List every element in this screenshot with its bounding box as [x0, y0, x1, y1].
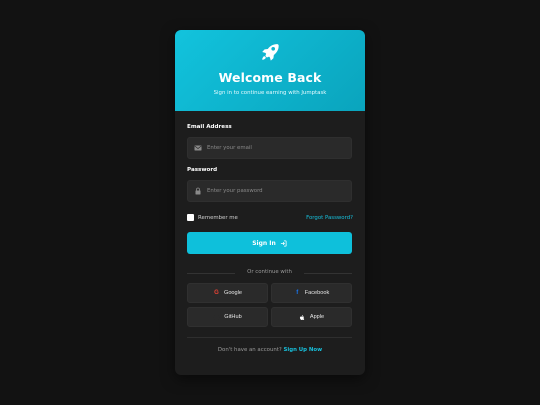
sign-in-icon: [280, 239, 287, 247]
email-input[interactable]: [207, 138, 347, 158]
remember-checkbox[interactable]: [187, 214, 194, 221]
google-icon: G: [214, 290, 219, 296]
sign-in-label: Sign In: [252, 239, 276, 247]
footer-divider: [187, 337, 352, 338]
github-label: GitHub: [224, 314, 242, 320]
login-form: Email Address Password Remember me Forgo…: [175, 111, 365, 375]
envelope-icon: [194, 145, 202, 151]
password-field[interactable]: [187, 180, 352, 202]
apple-label: Apple: [309, 314, 325, 320]
apple-button[interactable]: Apple: [271, 307, 352, 327]
social-divider: Or continue with: [187, 269, 352, 277]
lock-icon: [195, 187, 201, 195]
page-title: Welcome Back: [218, 70, 322, 85]
remember-label: Remember me: [198, 214, 238, 221]
facebook-label: Facebook: [304, 290, 330, 296]
divider-text: Or continue with: [247, 269, 292, 275]
signup-prompt: Don't have an account? Sign Up Now: [175, 347, 365, 353]
facebook-icon: f: [296, 290, 299, 296]
sign-in-button[interactable]: Sign In: [187, 232, 352, 254]
github-button[interactable]: GitHub: [187, 307, 268, 327]
email-label: Email Address: [187, 124, 232, 130]
google-button[interactable]: G Google: [187, 283, 268, 303]
email-field[interactable]: [187, 137, 352, 159]
password-input[interactable]: [207, 181, 347, 201]
forgot-password-link[interactable]: Forgot Password?: [306, 215, 353, 221]
remember-me[interactable]: Remember me: [187, 214, 238, 221]
password-label: Password: [187, 167, 218, 173]
facebook-button[interactable]: f Facebook: [271, 283, 352, 303]
apple-icon: [299, 314, 306, 321]
rocket-icon: [262, 44, 279, 61]
sign-up-link[interactable]: Sign Up Now: [283, 347, 322, 353]
login-header: Welcome Back Sign in to continue earning…: [175, 30, 365, 111]
login-card: Welcome Back Sign in to continue earning…: [175, 30, 365, 375]
github-icon: [213, 313, 220, 321]
signup-prompt-text: Don't have an account?: [217, 347, 282, 353]
google-label: Google: [223, 290, 243, 296]
page-subtitle: Sign in to continue earning with Jumptas…: [213, 90, 327, 96]
